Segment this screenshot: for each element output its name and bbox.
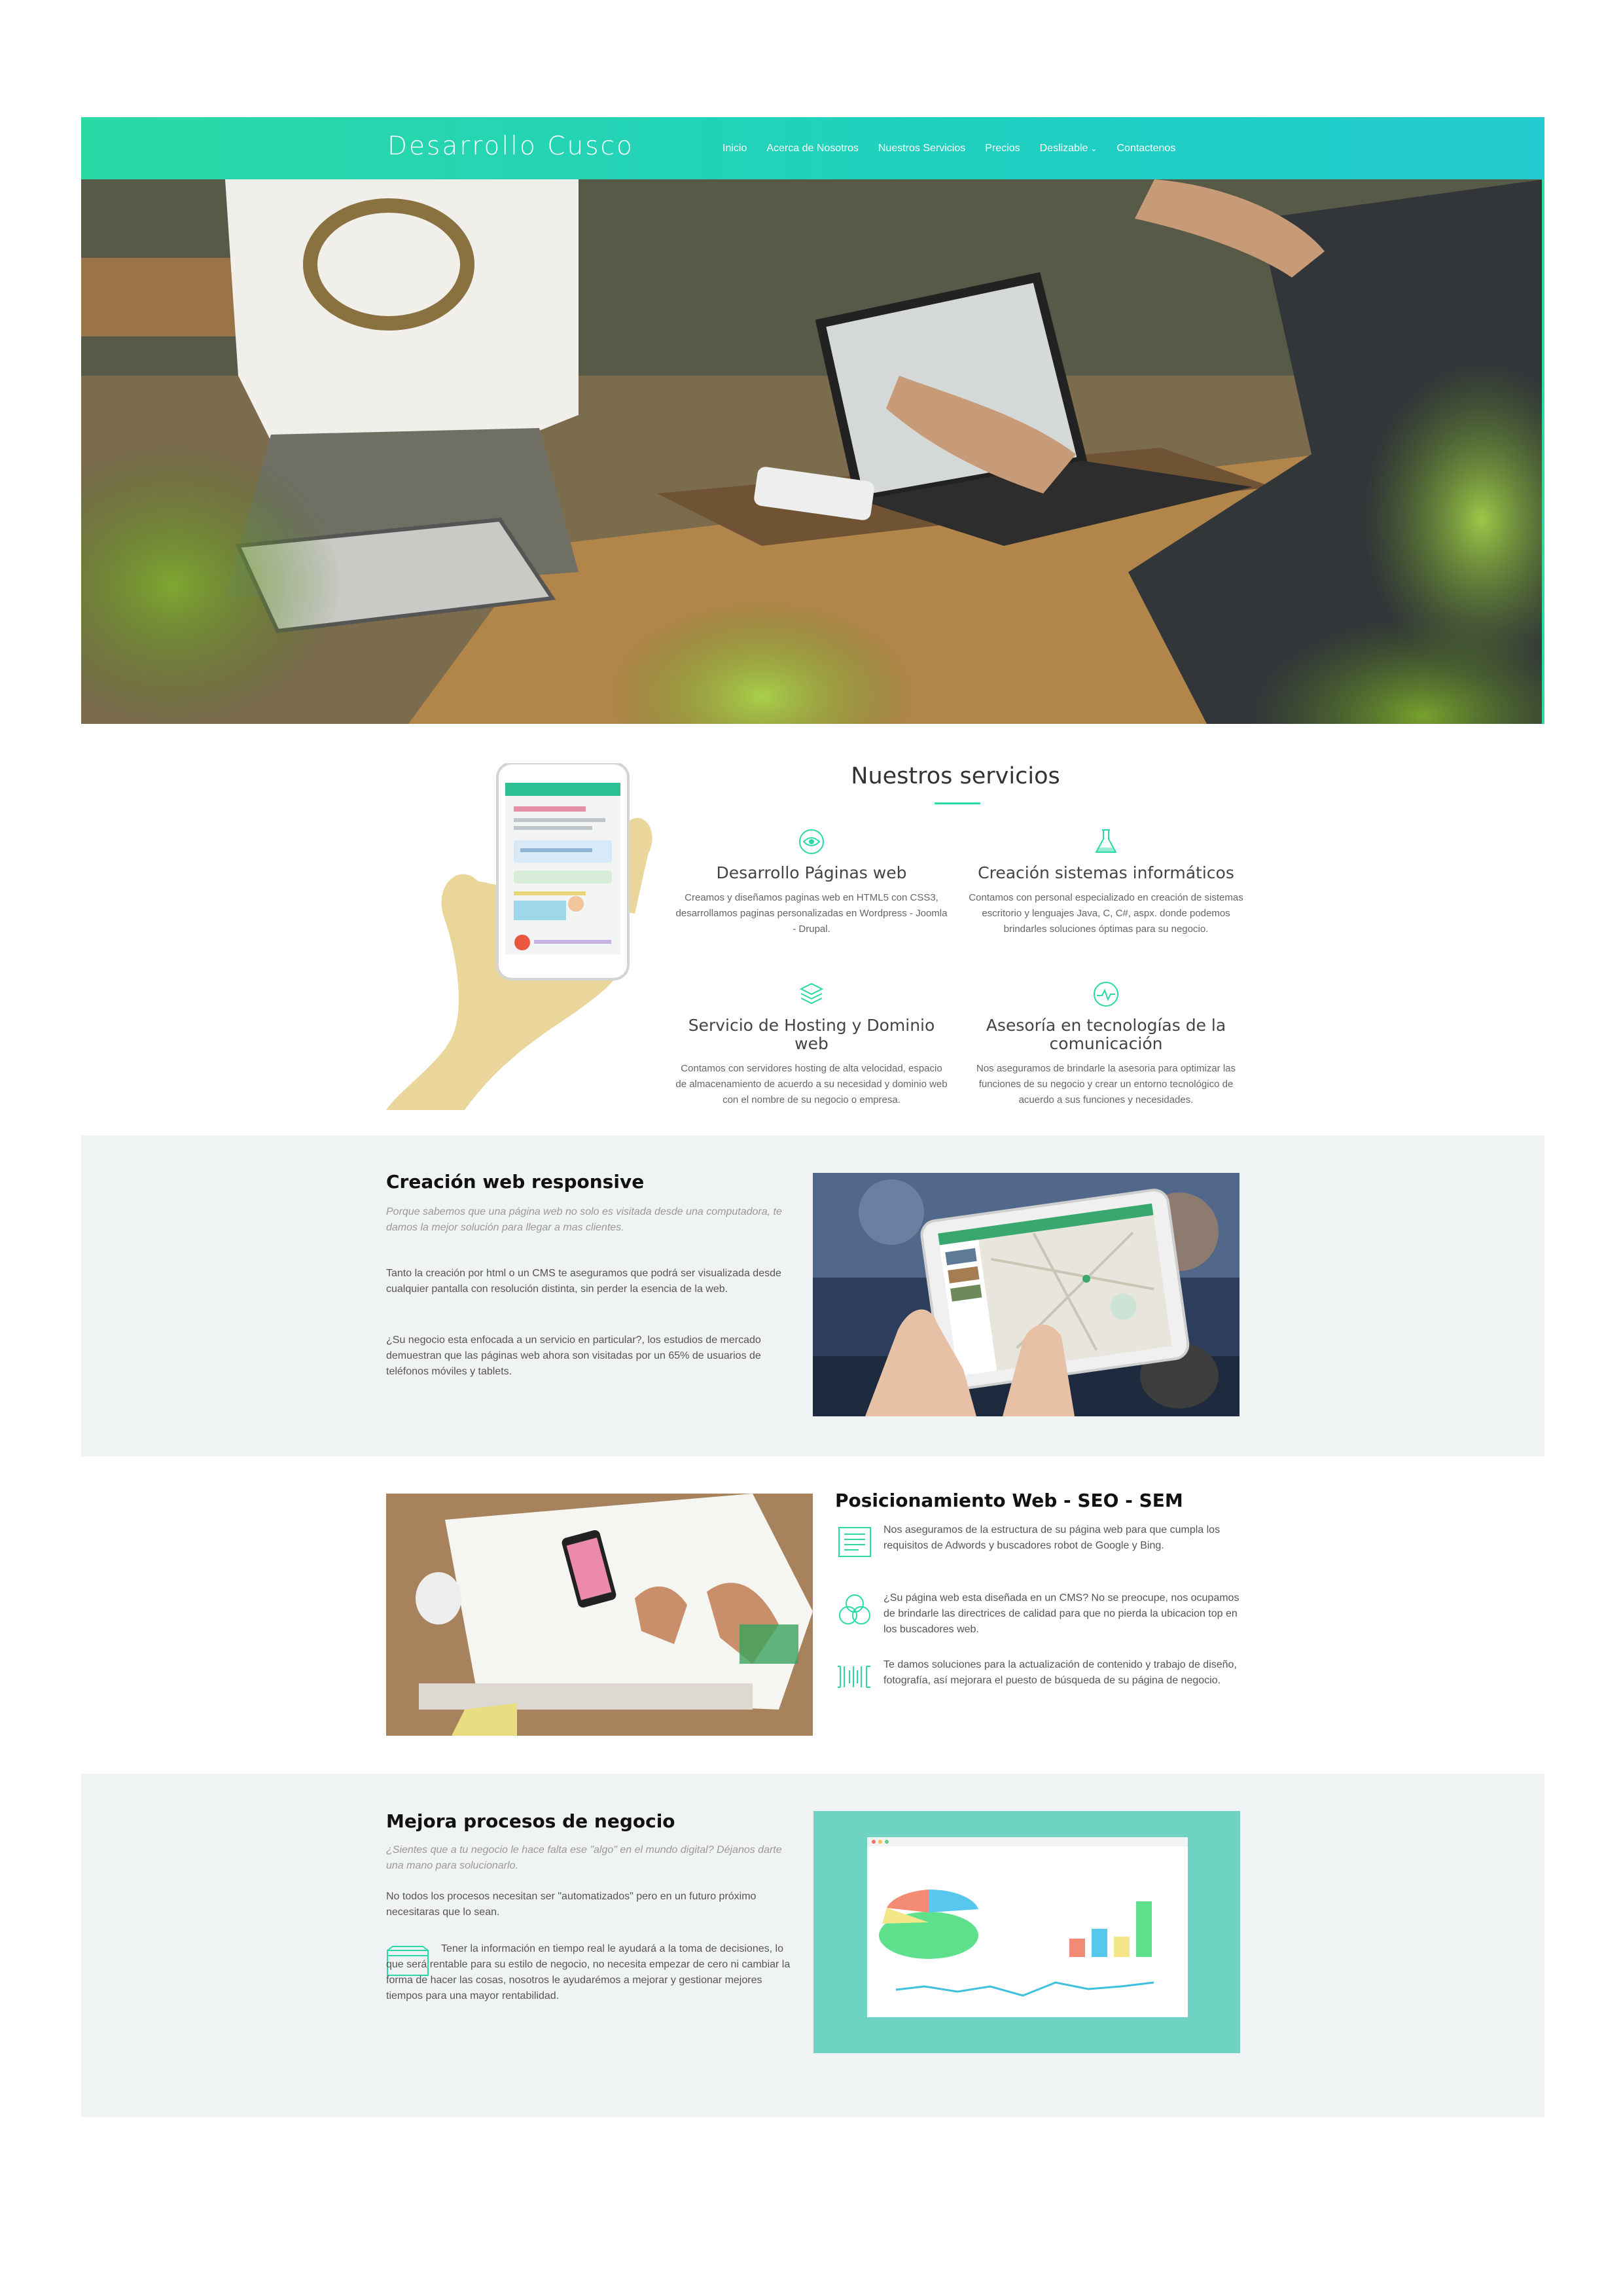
- hero-accent-border: [1542, 179, 1544, 724]
- site-brand[interactable]: Desarrollo Cusco: [387, 132, 634, 161]
- seo-feature-text: Te damos soluciones para la actualizació…: [883, 1659, 1237, 1686]
- site-header: Desarrollo Cusco Inicio Acerca de Nosotr…: [81, 117, 1544, 179]
- hero-image: [81, 179, 1544, 724]
- analytics-dashboard-illustration: [813, 1811, 1240, 2053]
- services-title: Nuestros servicios: [851, 763, 1060, 789]
- procesos-intro: ¿Sientes que a tu negocio le hace falta …: [386, 1844, 782, 1871]
- seo-feature-structure: Nos aseguramos de la estructura de su pá…: [835, 1522, 1241, 1557]
- seo-feature-content: Te damos soluciones para la actualizació…: [835, 1657, 1241, 1689]
- barcode-icon: [838, 1666, 870, 1688]
- service-title: Creación sistemas informáticos: [978, 863, 1234, 882]
- seo-feature-text: Nos aseguramos de la estructura de su pá…: [883, 1524, 1221, 1551]
- hero-photo: [81, 179, 1544, 724]
- nav-deslizable-label: Deslizable: [1039, 142, 1088, 154]
- service-text: Nos aseguramos de brindarle la asesoria …: [976, 1063, 1236, 1105]
- responsive-intro: Porque sabemos que una página web no sol…: [386, 1206, 782, 1233]
- procesos-paragraph-2: Tener la información en tiempo real le a…: [386, 1943, 791, 2001]
- service-desarrollo-web: Desarrollo Páginas web Creamos y diseñam…: [674, 826, 949, 937]
- responsive-title: Creación web responsive: [386, 1171, 645, 1193]
- seo-title: Posicionamiento Web - SEO - SEM: [835, 1490, 1183, 1511]
- services-title-underline: [935, 802, 980, 804]
- eye-icon: [799, 829, 824, 854]
- service-asesoria: Asesoría en tecnologías de la comunicaci…: [969, 978, 1243, 1108]
- nav-contactenos[interactable]: Contactenos: [1116, 143, 1175, 154]
- main-nav: Inicio Acerca de Nosotros Nuestros Servi…: [722, 117, 1195, 179]
- service-text: Contamos con personal especializado en c…: [969, 892, 1243, 935]
- nav-inicio[interactable]: Inicio: [722, 143, 747, 154]
- designer-desk-photo: [386, 1494, 813, 1736]
- procesos-title: Mejora procesos de negocio: [386, 1810, 675, 1832]
- service-text: Contamos con servidores hosting de alta …: [675, 1063, 948, 1105]
- section-procesos: [81, 1774, 1544, 2117]
- pulse-icon: [1094, 982, 1118, 1007]
- nav-precios[interactable]: Precios: [985, 143, 1020, 154]
- tablet-map-photo: [813, 1173, 1240, 1416]
- seo-feature-cms: ¿Su página web esta diseñada en un CMS? …: [835, 1590, 1241, 1638]
- service-title: Servicio de Hosting y Dominio web: [688, 1016, 935, 1053]
- procesos-paragraph-1: No todos los procesos necesitan ser "aut…: [386, 1891, 757, 1918]
- nav-servicios[interactable]: Nuestros Servicios: [878, 143, 965, 154]
- service-sistemas: Creación sistemas informáticos Contamos …: [969, 826, 1243, 937]
- seo-feature-text: ¿Su página web esta diseñada en un CMS? …: [883, 1592, 1240, 1635]
- service-text: Creamos y diseñamos paginas web en HTML5…: [675, 892, 948, 935]
- document-lines-icon: [838, 1527, 871, 1557]
- nav-deslizable[interactable]: Deslizable ⌄: [1040, 143, 1097, 154]
- chevron-down-icon: ⌄: [1090, 143, 1097, 153]
- service-title: Desarrollo Páginas web: [716, 863, 907, 882]
- overlapping-circles-icon: [839, 1594, 870, 1624]
- responsive-paragraph-1: Tanto la creación por html o un CMS te a…: [386, 1268, 781, 1295]
- service-title: Asesoría en tecnologías de la comunicaci…: [986, 1016, 1226, 1053]
- layers-icon: [799, 982, 824, 1005]
- responsive-paragraph-2: ¿Su negocio esta enfocada a un servicio …: [386, 1335, 761, 1377]
- service-hosting: Servicio de Hosting y Dominio web Contam…: [674, 978, 949, 1108]
- phone-in-hand-illustration: [386, 763, 652, 1110]
- nav-acerca[interactable]: Acerca de Nosotros: [766, 143, 859, 154]
- flask-icon: [1095, 829, 1117, 853]
